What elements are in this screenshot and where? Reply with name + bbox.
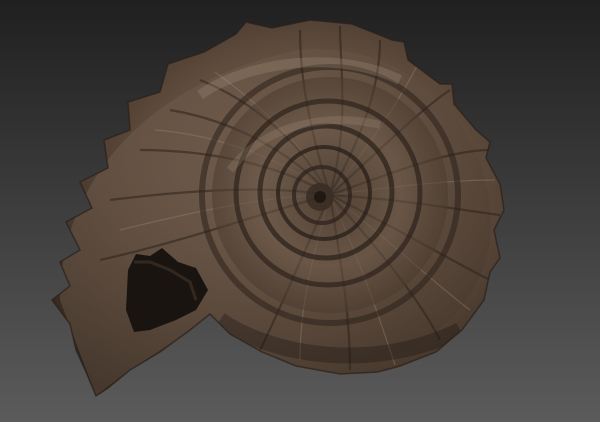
- ammonite-shell-image: [50, 19, 505, 398]
- render-viewport[interactable]: [0, 0, 600, 422]
